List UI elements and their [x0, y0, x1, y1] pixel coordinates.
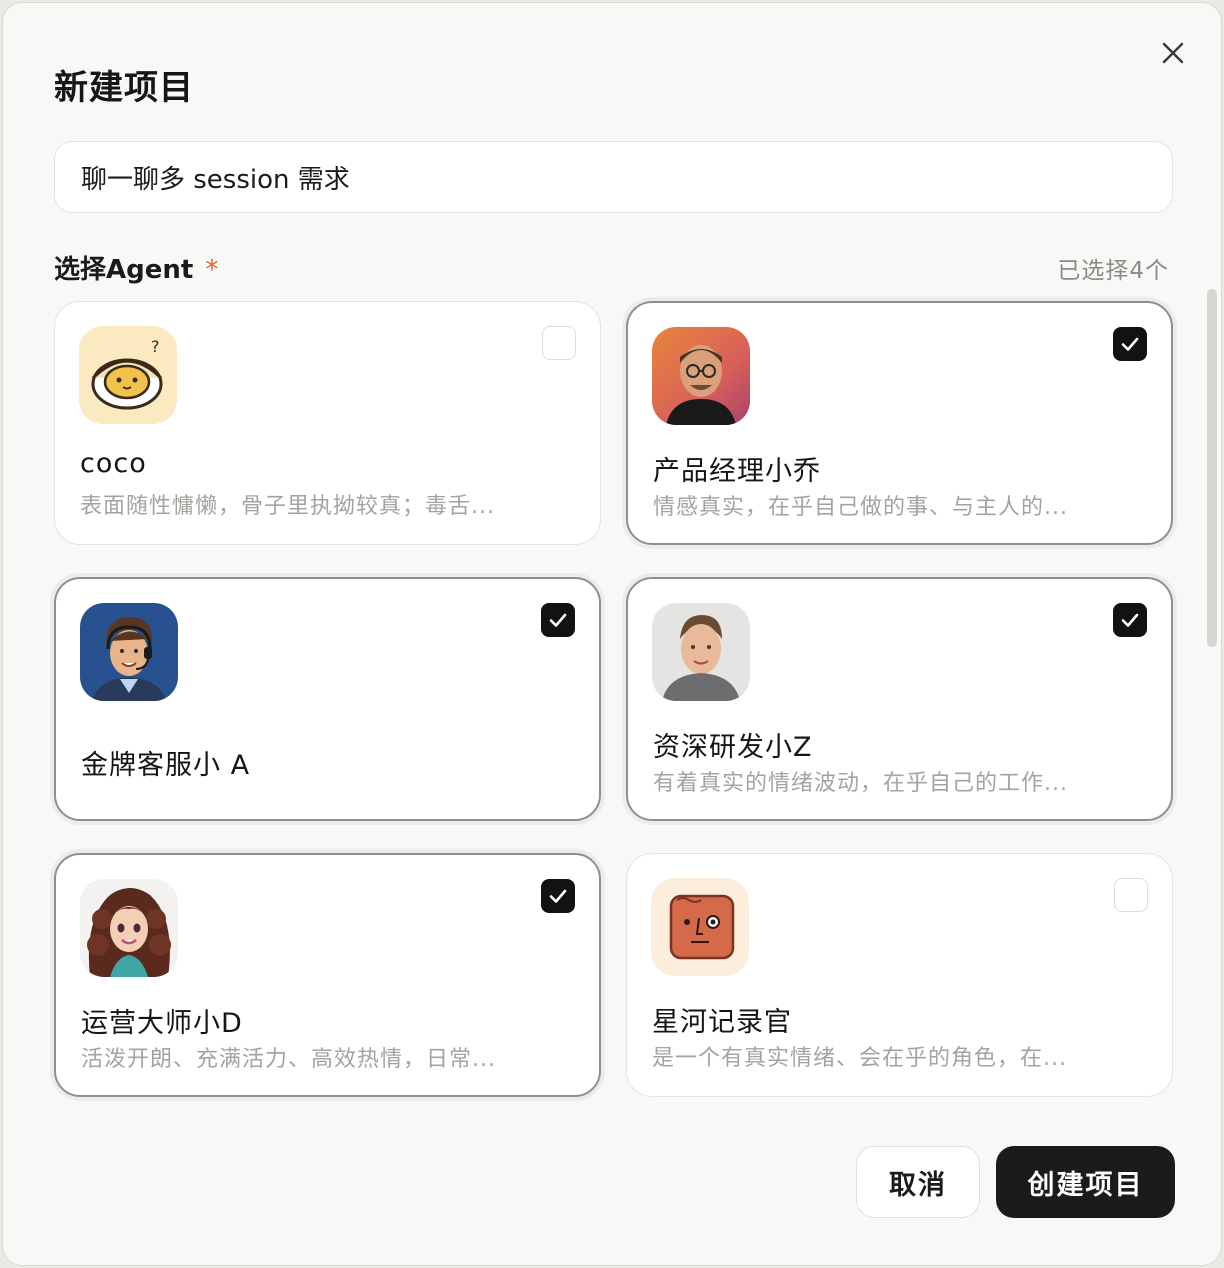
agent-checkbox[interactable]: [542, 326, 576, 360]
glasses-man-avatar: [652, 327, 750, 425]
check-icon: [1121, 337, 1139, 351]
scrollbar[interactable]: [1207, 289, 1217, 647]
dialog-title: 新建项目: [54, 68, 194, 108]
agent-checkbox[interactable]: [541, 603, 575, 637]
agent-checkbox[interactable]: [1113, 327, 1147, 361]
project-name-input[interactable]: 聊一聊多 session 需求: [54, 141, 1173, 213]
agent-checkbox[interactable]: [541, 879, 575, 913]
brick-face-avatar: [651, 878, 749, 976]
check-icon: [549, 613, 567, 627]
agent-name: 金牌客服小 A: [81, 750, 251, 781]
cancel-button[interactable]: 取消: [856, 1146, 980, 1218]
create-project-button[interactable]: 创建项目: [996, 1146, 1175, 1218]
agent-description: 情感真实，在乎自己做的事、与主人的...: [653, 495, 1068, 520]
curly-hair-woman-avatar: [80, 879, 178, 977]
agent-card-star-recorder[interactable]: 星河记录官 是一个有真实情绪、会在乎的角色，在...: [626, 853, 1173, 1097]
close-icon: [1162, 42, 1184, 64]
agent-section-label: 选择Agent *: [54, 249, 218, 286]
agent-name: coco: [80, 448, 147, 479]
agent-card-operations-master[interactable]: 运营大师小D 活泼开朗、充满活力、高效热情，日常...: [54, 853, 601, 1097]
project-name-value: 聊一聊多 session 需求: [81, 164, 350, 195]
agent-card-customer-service[interactable]: 金牌客服小 A: [54, 577, 601, 821]
agent-name: 产品经理小乔: [653, 456, 821, 487]
agent-card-senior-developer[interactable]: 资深研发小Z 有着真实的情绪波动，在乎自己的工作...: [626, 577, 1173, 821]
agent-section-title: 选择Agent: [54, 255, 194, 285]
coconut-mascot-avatar: ?: [79, 326, 177, 424]
developer-avatar: [652, 603, 750, 701]
selected-count: 已选择4个: [1057, 258, 1169, 284]
agent-name: 运营大师小D: [81, 1008, 243, 1039]
new-project-dialog: 新建项目 聊一聊多 session 需求 选择Agent * 已选择4个 ? c…: [2, 2, 1222, 1266]
agent-description: 有着真实的情绪波动，在乎自己的工作...: [653, 771, 1068, 796]
agent-card-coco[interactable]: ? coco 表面随性慵懒，骨子里执拗较真；毒舌...: [54, 301, 601, 545]
check-icon: [1121, 613, 1139, 627]
agent-description: 是一个有真实情绪、会在乎的角色，在...: [652, 1046, 1067, 1071]
agent-card-product-manager[interactable]: 产品经理小乔 情感真实，在乎自己做的事、与主人的...: [626, 301, 1173, 545]
agent-description: 表面随性慵懒，骨子里执拗较真；毒舌...: [80, 494, 495, 519]
required-mark: *: [205, 255, 219, 285]
headset-agent-avatar: [80, 603, 178, 701]
agent-checkbox[interactable]: [1114, 878, 1148, 912]
agent-description: 活泼开朗、充满活力、高效热情，日常...: [81, 1047, 496, 1072]
svg-text:?: ?: [151, 337, 160, 356]
agent-name: 星河记录官: [652, 1007, 792, 1038]
close-button[interactable]: [1157, 37, 1189, 69]
check-icon: [549, 889, 567, 903]
agent-name: 资深研发小Z: [653, 732, 813, 763]
agent-checkbox[interactable]: [1113, 603, 1147, 637]
